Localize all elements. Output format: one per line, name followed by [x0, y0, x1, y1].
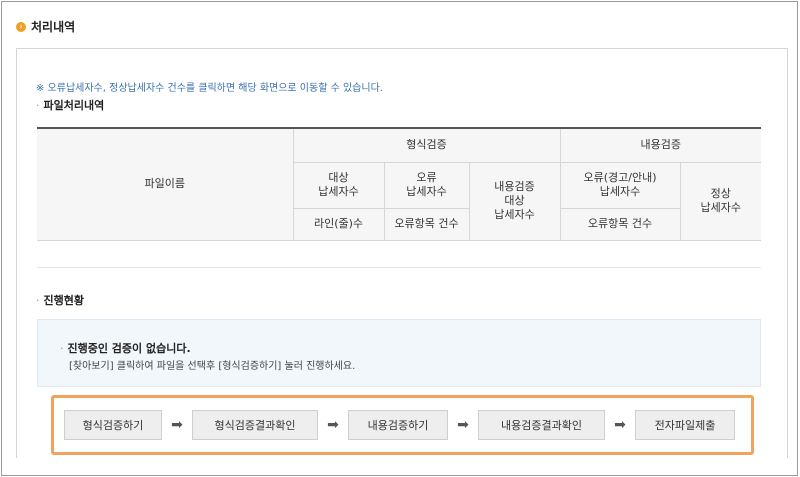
col-error-items-format: 오류항목 건수: [383, 207, 470, 241]
file-section-title: · 파일처리내역: [36, 99, 105, 112]
window-frame: › 처리내역 ※ 오류납세자수, 정상납세자수 건수를 클릭하면 해당 화면으로…: [1, 1, 798, 476]
col-filename: 파일이름: [37, 127, 294, 241]
page-title: 처리내역: [31, 20, 76, 34]
group-format-check: 형식검증: [292, 127, 561, 163]
progress-section-title: · 진행현황: [36, 294, 84, 307]
submit-file-button[interactable]: 전자파일제출: [635, 410, 735, 440]
status-headline: · 진행중인 검증이 없습니다.: [60, 342, 191, 355]
step-buttons-bar: 형식검증하기 ➡ 형식검증결과확인 ➡ 내용검증하기 ➡ 내용검증결과확인 ➡ …: [51, 395, 754, 455]
bullet-icon: ·: [36, 99, 40, 112]
col-error-taxpayers[interactable]: 오류 납세자수: [383, 161, 470, 209]
col-content-target-taxpayers: 내용검증 대상 납세자수: [468, 161, 561, 241]
status-box: · 진행중인 검증이 없습니다. [찾아보기] 클릭하여 파일을 선택후 [형식검…: [37, 319, 761, 387]
arrow-right-icon: ➡: [457, 417, 469, 433]
table-row-empty: [37, 240, 762, 268]
bullet-icon: ·: [60, 342, 64, 355]
section-header: › 처리내역: [16, 18, 75, 35]
group-content-check: 내용검증: [559, 127, 762, 163]
col-normal-taxpayers[interactable]: 정상 납세자수: [679, 161, 762, 241]
col-content-error-taxpayers[interactable]: 오류(경고/안내) 납세자수: [559, 161, 681, 209]
file-process-table: 파일이름 형식검증 내용검증 대상 납세자수 오류 납세자수 내용검증 대상 납…: [37, 127, 762, 268]
chevron-right-circle-icon: ›: [16, 21, 26, 32]
arrow-right-icon: ➡: [614, 417, 626, 433]
col-error-items-content: 오류항목 건수: [559, 207, 681, 241]
notice-text: ※ 오류납세자수, 정상납세자수 건수를 클릭하면 해당 화면으로 이동할 수 …: [36, 83, 383, 94]
content-panel: ※ 오류납세자수, 정상납세자수 건수를 클릭하면 해당 화면으로 이동할 수 …: [16, 48, 788, 458]
content-check-button[interactable]: 내용검증하기: [348, 410, 448, 440]
bullet-icon: ·: [36, 294, 40, 307]
content-result-button[interactable]: 내용검증결과확인: [478, 410, 605, 440]
arrow-right-icon: ➡: [171, 417, 183, 433]
arrow-right-icon: ➡: [327, 417, 339, 433]
col-line-count: 라인(줄)수: [293, 207, 385, 241]
format-result-button[interactable]: 형식검증결과확인: [192, 410, 318, 440]
format-check-button[interactable]: 형식검증하기: [64, 410, 162, 440]
col-target-taxpayers: 대상 납세자수: [293, 161, 385, 209]
status-hint: [찾아보기] 클릭하여 파일을 선택후 [형식검증하기] 눌러 진행하세요.: [69, 361, 356, 372]
